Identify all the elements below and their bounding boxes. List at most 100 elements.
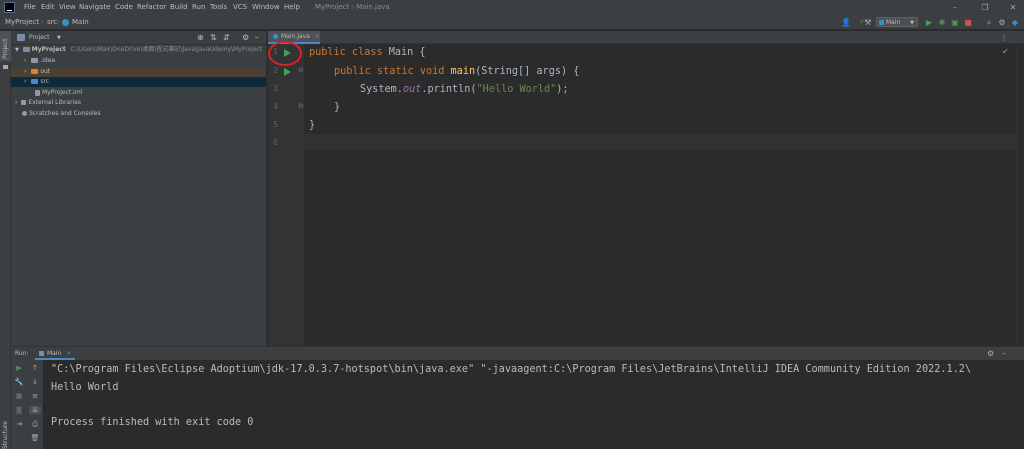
build-hammer-icon[interactable]: ⚒ bbox=[863, 17, 873, 28]
tab-label: Main.java bbox=[281, 33, 310, 40]
menu-vcs[interactable]: VCS bbox=[233, 0, 247, 15]
user-icon[interactable]: 👤 bbox=[840, 17, 852, 28]
fold-icon[interactable]: ⊖ bbox=[298, 102, 304, 110]
code-token: public class bbox=[309, 47, 389, 58]
project-view-icon bbox=[17, 34, 25, 41]
tree-item-out[interactable]: › out bbox=[11, 67, 266, 77]
folder-icon bbox=[31, 58, 39, 63]
expand-all-icon[interactable]: ⇵ bbox=[223, 31, 230, 45]
menu-tools[interactable]: Tools bbox=[210, 0, 227, 15]
file-icon bbox=[35, 89, 40, 96]
run-tab-label: Main bbox=[47, 350, 62, 357]
code-editor[interactable]: ✔ public class Main { public static void… bbox=[304, 44, 1016, 346]
debug-icon[interactable]: ✱ bbox=[937, 17, 947, 28]
tree-item-src[interactable]: › src bbox=[11, 77, 266, 87]
close-tab-icon[interactable]: × bbox=[315, 33, 320, 40]
scroll-to-end-icon[interactable]: ⇊ bbox=[29, 406, 41, 414]
run-panel-header: Run: Main × ⚙ – bbox=[11, 346, 1024, 360]
menu-help[interactable]: Help bbox=[284, 0, 300, 15]
chevron-down-icon[interactable]: ▼ bbox=[15, 47, 19, 53]
minimize-icon[interactable]: – bbox=[940, 0, 970, 15]
collapse-all-icon[interactable]: ⇅ bbox=[210, 31, 217, 45]
run-console[interactable]: "C:\Program Files\Eclipse Adoptium\jdk-1… bbox=[43, 360, 1024, 449]
soft-wrap-icon[interactable]: ≡ bbox=[29, 392, 41, 400]
tree-item-idea[interactable]: › .idea bbox=[11, 56, 266, 66]
run-panel-label: Run: bbox=[15, 350, 29, 357]
menu-window[interactable]: Window bbox=[252, 0, 280, 15]
run-main-gutter-icon[interactable] bbox=[284, 68, 291, 76]
chevron-right-icon[interactable]: › bbox=[15, 99, 17, 106]
project-path: C:\Users\Max\OneDrive\桌面\程式筆記\Java\JavaU… bbox=[70, 46, 263, 53]
more-options-icon[interactable]: ⋮ bbox=[1000, 31, 1008, 44]
tree-item-label: .idea bbox=[40, 57, 56, 64]
menu-navigate[interactable]: Navigate bbox=[79, 0, 110, 15]
structure-tool-label[interactable]: Structure bbox=[2, 421, 9, 449]
intellij-logo-icon[interactable] bbox=[4, 2, 15, 13]
camera-icon[interactable]: ◙ bbox=[13, 406, 25, 414]
run-configuration-select[interactable]: Main ▼ bbox=[876, 17, 918, 27]
fold-icon[interactable]: ⊖ bbox=[298, 66, 304, 74]
menu-refactor[interactable]: Refactor bbox=[137, 0, 166, 15]
class-icon bbox=[62, 19, 69, 26]
chevron-down-icon[interactable]: ▼ bbox=[57, 31, 61, 45]
chevron-right-icon[interactable]: › bbox=[24, 68, 26, 75]
stop-icon[interactable]: ■ bbox=[13, 392, 25, 400]
menu-code[interactable]: Code bbox=[115, 0, 133, 15]
run-icon[interactable]: ▶ bbox=[924, 17, 934, 28]
tree-item-label: MyProject.iml bbox=[42, 89, 83, 96]
settings-icon[interactable]: ⚙ bbox=[997, 17, 1007, 28]
menu-edit[interactable]: Edit bbox=[41, 0, 55, 15]
editor-scrollbar[interactable] bbox=[1016, 44, 1024, 346]
restore-icon[interactable]: ❐ bbox=[970, 0, 1000, 15]
chevron-right-icon[interactable]: › bbox=[24, 57, 26, 64]
menu-run[interactable]: Run bbox=[192, 0, 205, 15]
console-line: "C:\Program Files\Eclipse Adoptium\jdk-1… bbox=[51, 364, 972, 375]
close-tab-icon[interactable]: × bbox=[66, 350, 71, 357]
no-problems-check-icon: ✔ bbox=[1002, 47, 1009, 56]
code-token: public static void bbox=[334, 66, 451, 77]
window-title: MyProject - Main.java bbox=[315, 3, 390, 11]
hide-panel-icon[interactable]: – bbox=[255, 31, 259, 45]
plugins-icon[interactable]: ◆ bbox=[1010, 17, 1020, 28]
module-folder-icon bbox=[22, 47, 30, 52]
print-icon[interactable]: ⎙ bbox=[29, 420, 41, 429]
run-tab-main[interactable]: Main × bbox=[35, 348, 76, 360]
line-number: 2 bbox=[273, 66, 278, 75]
gear-icon[interactable]: ⚙ bbox=[242, 31, 249, 45]
excluded-folder-icon bbox=[31, 69, 39, 74]
chevron-down-icon: ▼ bbox=[910, 20, 914, 26]
search-icon[interactable]: ⌕ bbox=[984, 17, 994, 28]
java-class-icon bbox=[273, 34, 278, 39]
tree-item-label: MyProject bbox=[31, 46, 66, 53]
menu-view[interactable]: View bbox=[59, 0, 76, 15]
tree-item-scratches[interactable]: Scratches and Consoles bbox=[11, 109, 266, 119]
menu-file[interactable]: File bbox=[24, 0, 36, 15]
exit-icon[interactable]: ⇥ bbox=[13, 420, 25, 428]
project-tool-button[interactable]: Project bbox=[0, 31, 11, 61]
chevron-right-icon[interactable]: › bbox=[24, 78, 26, 85]
wrench-icon[interactable]: 🔧 bbox=[13, 378, 25, 386]
breadcrumb-src[interactable]: src bbox=[47, 15, 57, 30]
breadcrumb-main[interactable]: Main bbox=[72, 15, 89, 30]
scroll-up-icon[interactable]: ↑ bbox=[29, 364, 41, 372]
breadcrumb-separator: › bbox=[57, 18, 60, 26]
menu-build[interactable]: Build bbox=[170, 0, 188, 15]
project-panel-title[interactable]: Project bbox=[29, 31, 50, 45]
breadcrumb-project[interactable]: MyProject bbox=[5, 15, 39, 30]
hide-panel-icon[interactable]: – bbox=[1002, 347, 1006, 361]
tree-item-iml[interactable]: MyProject.iml bbox=[11, 88, 266, 98]
gear-icon[interactable]: ⚙ bbox=[987, 347, 994, 361]
coverage-icon[interactable]: ▣ bbox=[950, 17, 960, 28]
locate-file-icon[interactable]: ⊕ bbox=[197, 31, 204, 45]
tree-item-external-libraries[interactable]: › External Libraries bbox=[11, 98, 266, 108]
code-line-5: } bbox=[309, 120, 316, 131]
trash-icon[interactable]: 🗑 bbox=[29, 434, 41, 442]
stop-icon[interactable]: ■ bbox=[963, 17, 973, 28]
close-window-icon[interactable]: ✕ bbox=[998, 0, 1024, 15]
rerun-icon[interactable]: ▶ bbox=[13, 364, 25, 372]
tree-item-label: src bbox=[40, 78, 50, 85]
folder-icon bbox=[3, 65, 8, 69]
scroll-down-icon[interactable]: ↓ bbox=[29, 378, 41, 386]
code-line-3: System.out.println("Hello World"); bbox=[360, 84, 569, 96]
tree-item-myproject[interactable]: ▼ MyProject C:\Users\Max\OneDrive\桌面\程式筆… bbox=[11, 45, 266, 55]
